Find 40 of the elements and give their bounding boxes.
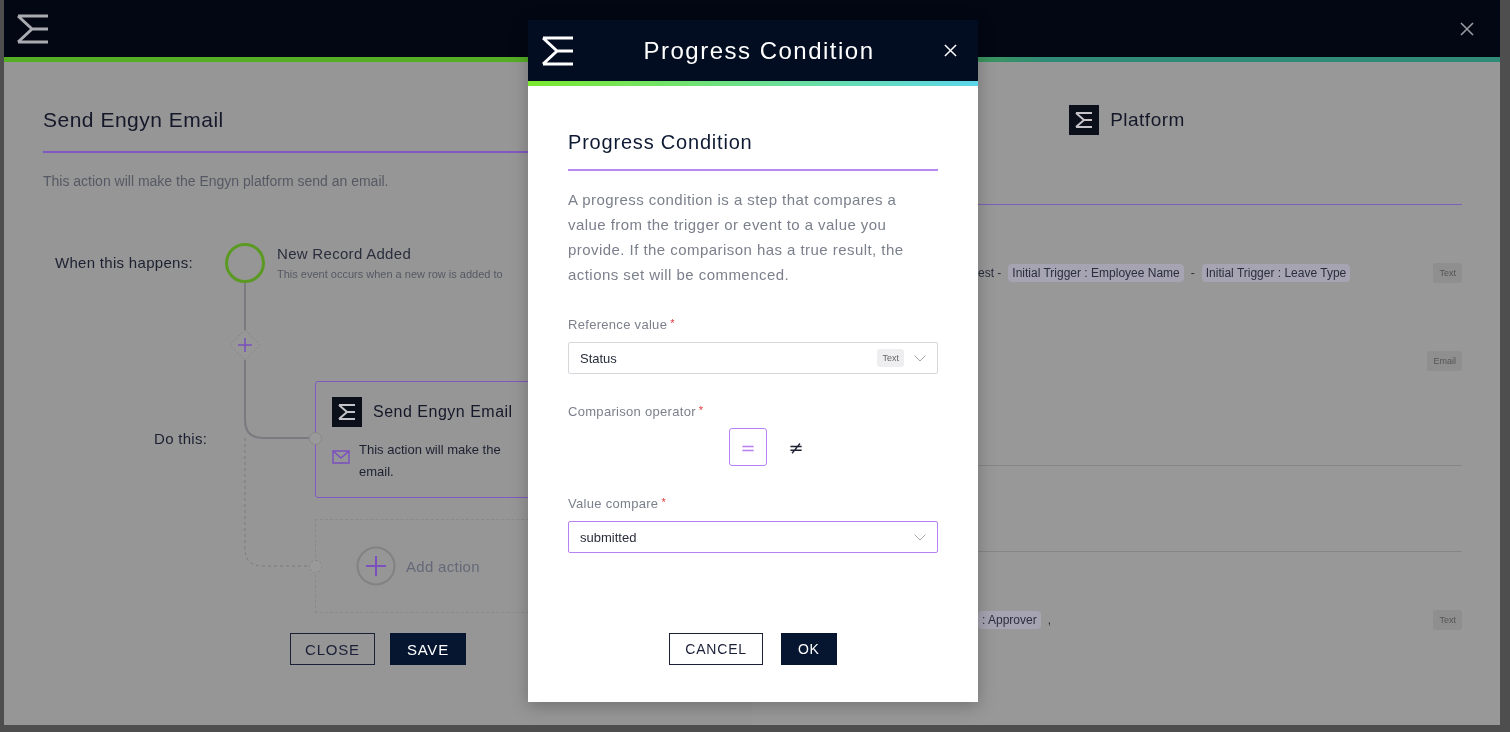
logo-icon xyxy=(1069,105,1100,135)
logo-icon xyxy=(542,34,574,67)
chevron-down-icon xyxy=(914,533,926,541)
logo-icon xyxy=(332,397,362,427)
dialog-heading: Progress Condition xyxy=(568,131,754,154)
field-label: Reference value xyxy=(568,317,668,332)
field-text: est - xyxy=(978,266,1002,280)
required-mark: * xyxy=(670,317,675,329)
variable-chip: Initial Trigger : Leave Type xyxy=(1201,264,1351,282)
field-label: Value compare xyxy=(568,496,659,511)
trigger-name: New Record Added xyxy=(277,245,412,262)
ok-button[interactable]: OK xyxy=(780,633,837,665)
cancel-button[interactable]: CANCEL xyxy=(669,633,763,665)
variable-chip: Initial Trigger : Employee Name xyxy=(1008,264,1184,282)
add-icon xyxy=(356,546,396,586)
action-card-description: email. xyxy=(359,463,394,481)
action-card-description: This action will make the xyxy=(359,441,501,459)
required-mark: * xyxy=(698,404,704,416)
action-description: This action will make the Engyn platform send an email. xyxy=(43,173,390,189)
trigger-label: When this happens: xyxy=(55,254,193,271)
dialog-description: A progress condition is a step that compares a value from the trigger or event to a value you provide. If the comparison has a true result, the actions set will be commenced. xyxy=(568,190,905,285)
dialog-title: Progress Condition xyxy=(643,36,875,65)
save-button[interactable]: SAVE xyxy=(389,633,466,665)
type-tag: Text xyxy=(877,349,904,367)
close-icon[interactable] xyxy=(1460,21,1474,36)
close-button[interactable]: CLOSE xyxy=(290,633,375,665)
envelope-icon xyxy=(332,450,350,464)
field-text: , xyxy=(1047,613,1052,627)
action-label: Do this: xyxy=(154,430,208,447)
platform-title: Platform xyxy=(1110,109,1185,131)
trigger-node[interactable] xyxy=(225,243,265,283)
select-field[interactable]: Status Text xyxy=(568,342,938,374)
required-mark: * xyxy=(661,496,666,508)
variable-chip: : Approver xyxy=(978,611,1041,629)
select-field[interactable]: submitted xyxy=(568,521,938,553)
chevron-down-icon xyxy=(914,354,926,362)
logo-icon xyxy=(17,12,49,45)
action-title: Send Engyn Email xyxy=(43,108,225,133)
field-text: - xyxy=(1190,266,1195,280)
action-card-title: Send Engyn Email xyxy=(373,403,513,421)
